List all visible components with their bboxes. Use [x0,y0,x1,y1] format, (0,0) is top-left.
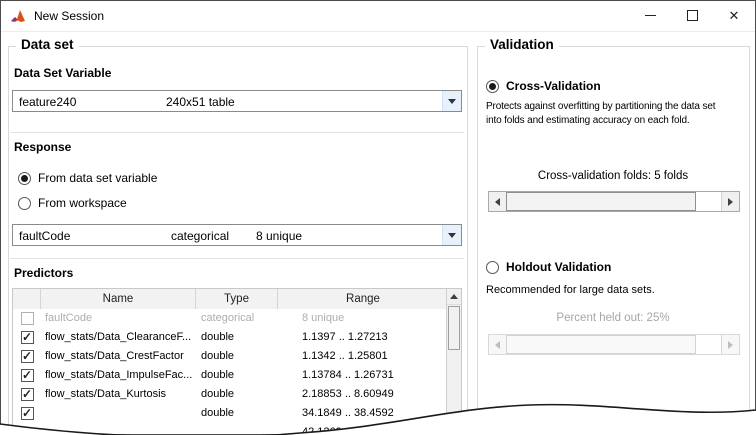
cell-type: double [201,388,275,400]
header-name: Name [41,289,196,309]
cross-validation-folds-label: Cross-validation folds: 5 folds [482,170,744,182]
cell-type: categorical [201,312,275,324]
predictor-rows: faultCode categorical 8 unique flow_stat… [13,309,448,435]
chevron-down-icon [448,99,456,104]
predictors-label: Predictors [14,266,73,280]
dataset-group-title: Data set [16,37,79,52]
combo-variable-name: feature240 [19,95,76,109]
percent-held-out-label: Percent held out: 25% [482,312,744,324]
combo-variable-size: 240x51 table [166,95,235,109]
slider-right-button [721,335,739,354]
header-checkbox-col [13,289,41,309]
separator [10,258,464,259]
cell-name: flow_stats/Data_CrestFactor [45,350,195,362]
percent-held-out-slider [488,334,740,355]
cross-validation-folds-slider[interactable] [488,191,740,212]
table-row[interactable]: flow_stats/Data_ClearanceF... double 1.1… [13,328,448,347]
table-row[interactable]: double 34.1849 .. 38.4592 [13,404,448,423]
radio-icon [18,197,31,210]
triangle-right-icon [728,198,733,206]
radio-label: From workspace [38,196,127,210]
slider-left-button[interactable] [489,192,507,211]
cell-range: 1.1342 .. 1.25801 [302,350,445,362]
table-row[interactable]: 42.1269 [13,423,448,435]
triangle-up-icon [450,294,458,299]
minimize-button[interactable] [629,1,671,30]
cell-type: double [201,407,275,419]
radio-holdout-validation[interactable]: Holdout Validation [486,260,611,274]
triangle-left-icon [495,341,500,349]
cell-name: flow_stats/Data_ClearanceF... [45,331,195,343]
radio-from-dataset-variable[interactable]: From data set variable [18,171,157,185]
table-row[interactable]: flow_stats/Data_CrestFactor double 1.134… [13,347,448,366]
dataset-variable-combobox[interactable]: feature240 240x51 table [12,90,462,112]
table-scrollbar[interactable] [446,289,461,435]
table-row[interactable]: faultCode categorical 8 unique [13,309,448,328]
separator [10,132,464,133]
table-row[interactable]: flow_stats/Data_Kurtosis double 2.18853 … [13,385,448,404]
triangle-right-icon [728,341,733,349]
radio-from-workspace[interactable]: From workspace [18,196,127,210]
cell-type: double [201,369,275,381]
matlab-logo-icon [10,8,26,24]
radio-icon [486,261,499,274]
row-checkbox[interactable] [21,369,34,382]
combo-dropdown-button[interactable] [442,91,461,111]
cell-type: double [201,350,275,362]
response-unique: 8 unique [256,229,302,243]
window-title: New Session [34,9,104,23]
response-name: faultCode [19,229,70,243]
window-controls: ✕ [629,1,755,30]
maximize-icon [687,10,698,21]
response-label: Response [14,140,71,154]
maximize-button[interactable] [671,1,713,30]
cell-range: 1.1397 .. 1.27213 [302,331,445,343]
cell-range: 42.1269 [302,426,445,435]
cross-validation-desc-line2: into folds and estimating accuracy on ea… [486,115,689,126]
chevron-down-icon [448,233,456,238]
cell-type: double [201,331,275,343]
cell-range: 2.18853 .. 8.60949 [302,388,445,400]
header-type: Type [196,289,278,309]
cell-name: flow_stats/Data_ImpulseFac... [45,369,195,381]
cell-range: 1.13784 .. 1.26731 [302,369,445,381]
dataset-variable-label: Data Set Variable [14,66,111,80]
combo-dropdown-button[interactable] [442,225,461,245]
row-checkbox[interactable] [21,407,34,420]
minimize-icon [645,15,656,16]
response-type: categorical [171,229,229,243]
row-checkbox[interactable] [21,312,34,325]
response-combobox[interactable]: faultCode categorical 8 unique [12,224,462,246]
cell-range: 34.1849 .. 38.4592 [302,407,445,419]
slider-thumb[interactable] [506,192,696,211]
row-checkbox[interactable] [21,331,34,344]
cell-name: faultCode [45,312,195,324]
row-checkbox[interactable] [21,350,34,363]
slider-right-button[interactable] [721,192,739,211]
cross-validation-desc-line1: Protects against overfitting by partitio… [486,101,715,112]
scrollbar-thumb[interactable] [448,306,460,350]
row-checkbox[interactable] [21,388,34,401]
close-icon: ✕ [729,9,740,22]
close-button[interactable]: ✕ [713,1,755,30]
radio-label: Cross-Validation [506,79,601,93]
radio-label: Holdout Validation [506,260,611,274]
slider-left-button [489,335,507,354]
radio-label: From data set variable [38,171,157,185]
new-session-dialog: New Session ✕ Data set Data Set Variable… [0,0,756,435]
table-header: Name Type Range [13,289,448,310]
header-range: Range [278,289,448,309]
radio-icon [486,80,499,93]
cell-name: flow_stats/Data_Kurtosis [45,388,195,400]
table-row[interactable]: flow_stats/Data_ImpulseFac... double 1.1… [13,366,448,385]
validation-group-title: Validation [485,37,559,52]
predictors-table: Name Type Range faultCode categorical 8 … [12,288,462,435]
holdout-validation-desc: Recommended for large data sets. [486,284,655,296]
radio-cross-validation[interactable]: Cross-Validation [486,79,601,93]
slider-thumb [506,335,696,354]
cell-range: 8 unique [302,312,445,324]
triangle-left-icon [495,198,500,206]
radio-icon [18,172,31,185]
scroll-up-button[interactable] [447,289,461,305]
